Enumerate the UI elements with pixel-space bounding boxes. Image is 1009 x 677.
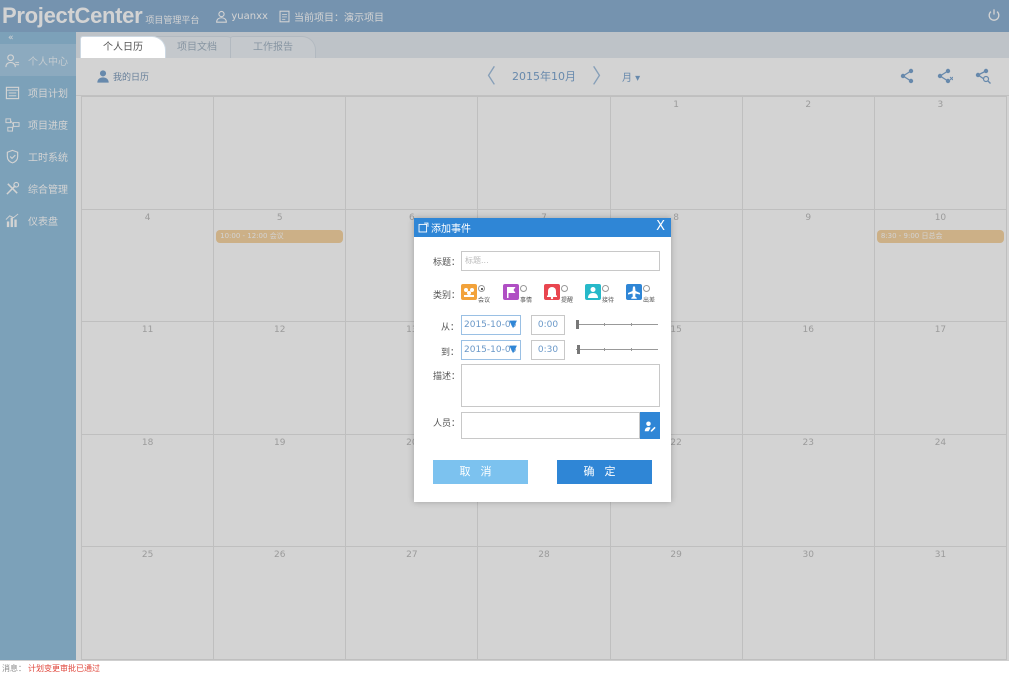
user-edit-icon	[644, 421, 656, 432]
slider-tick	[631, 348, 632, 351]
category-radio[interactable]	[520, 285, 527, 292]
confirm-button[interactable]: 确定	[557, 460, 652, 484]
from-label: 从：	[441, 323, 460, 333]
category-name: 提醒	[561, 297, 574, 304]
status-label: 消息：	[2, 664, 26, 673]
close-button[interactable]: X	[656, 219, 665, 234]
title-label: 标题：	[433, 258, 461, 268]
category-name: 出差	[643, 297, 656, 304]
slider-tick	[604, 348, 605, 351]
category-reception[interactable]: 接待	[585, 284, 614, 304]
from-date-select[interactable]: 2015-10-06 ▼	[461, 315, 521, 335]
people-label: 人员：	[433, 419, 461, 429]
category-radio[interactable]	[643, 285, 650, 292]
people-input[interactable]	[461, 412, 640, 439]
plane-icon	[626, 284, 642, 300]
category-name: 会议	[478, 297, 491, 304]
category-name: 接待	[602, 297, 615, 304]
category-meeting[interactable]: 会议	[461, 284, 490, 304]
cancel-button[interactable]: 取消	[433, 460, 528, 484]
meeting-icon	[461, 284, 477, 300]
slider-handle[interactable]	[576, 320, 579, 329]
dialog-header: 添加事件 X	[414, 218, 671, 237]
status-bar: 消息： 计划变更审批已通过	[0, 660, 1009, 677]
category-radio[interactable]	[561, 285, 568, 292]
caret-down-icon: ▼	[509, 319, 517, 330]
from-time-slider[interactable]	[576, 320, 658, 329]
status-message[interactable]: 计划变更审批已通过	[28, 664, 100, 673]
dialog-title: 添加事件	[431, 224, 471, 235]
category-name: 事情	[520, 297, 533, 304]
slider-tick	[631, 323, 632, 326]
tab-personal-calendar[interactable]: 个人日历	[80, 36, 166, 58]
category-radio[interactable]	[602, 285, 609, 292]
category-label: 类别：	[433, 291, 461, 301]
bell-icon	[544, 284, 560, 300]
to-time-input[interactable]: 0:30	[531, 340, 565, 360]
category-radio[interactable]	[478, 285, 485, 292]
reception-icon	[585, 284, 601, 300]
description-label: 描述：	[433, 372, 461, 382]
flag-icon	[503, 284, 519, 300]
select-person-button[interactable]	[640, 412, 660, 439]
slider-tick	[604, 323, 605, 326]
caret-down-icon: ▼	[509, 344, 517, 355]
description-textarea[interactable]	[461, 364, 660, 407]
category-trip[interactable]: 出差	[626, 284, 655, 304]
title-input[interactable]: 标题...	[461, 251, 660, 271]
add-event-dialog: 添加事件 X 标题： 标题... 类别： 会议 事情 提醒 接待 出差 从： 2…	[414, 218, 671, 502]
to-label: 到：	[441, 348, 460, 358]
add-event-icon	[418, 222, 429, 233]
from-time-input[interactable]: 0:00	[531, 315, 565, 335]
slider-handle[interactable]	[577, 345, 580, 354]
category-task[interactable]: 事情	[503, 284, 532, 304]
to-date-select[interactable]: 2015-10-06 ▼	[461, 340, 521, 360]
category-reminder[interactable]: 提醒	[544, 284, 573, 304]
to-time-slider[interactable]	[576, 345, 658, 354]
